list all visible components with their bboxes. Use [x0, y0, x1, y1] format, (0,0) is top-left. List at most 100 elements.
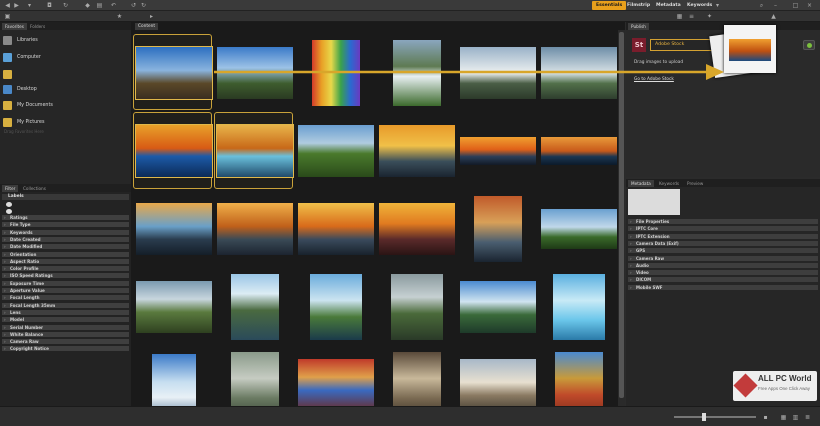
tab-favorites[interactable]: Favorites: [2, 23, 27, 30]
photo-thumbnail[interactable]: [378, 125, 455, 177]
filter-row[interactable]: Copyright Notice: [2, 346, 129, 353]
favorite-computer[interactable]: Computer: [3, 50, 127, 64]
history-icon[interactable]: ▾: [26, 2, 33, 9]
photo-thumbnail[interactable]: [473, 196, 522, 262]
adobe-stock-link[interactable]: Go to Adobe Stock: [634, 77, 674, 82]
sort-ascending-icon[interactable]: ▲: [770, 13, 777, 20]
photo-thumbnail[interactable]: [297, 125, 374, 177]
maximize-icon[interactable]: □: [792, 2, 799, 9]
filter-row[interactable]: Date Created: [2, 236, 129, 243]
photo-thumbnail[interactable]: [216, 203, 293, 255]
metadata-section-row[interactable]: IPTC Core: [628, 226, 818, 233]
photo-thumbnail[interactable]: [540, 209, 617, 249]
filter-row[interactable]: Exposure Time: [2, 280, 129, 287]
filter-row[interactable]: Model: [2, 317, 129, 324]
photo-thumbnail[interactable]: [378, 203, 455, 255]
filter-row[interactable]: Serial Number: [2, 324, 129, 331]
filter-row[interactable]: Focal Length 35mm: [2, 302, 129, 309]
thumbnail-size-knob[interactable]: [702, 413, 706, 421]
refine-icon[interactable]: ◆: [84, 2, 91, 9]
photo-thumbnail[interactable]: [540, 137, 617, 165]
grid-view-icon[interactable]: ▦: [780, 414, 787, 421]
photo-thumbnail[interactable]: [392, 40, 441, 106]
favorite-my-pictures[interactable]: My Pictures: [3, 115, 127, 129]
filter-row[interactable]: Lens: [2, 309, 129, 316]
photo-thumbnail[interactable]: [459, 359, 536, 411]
filter-row[interactable]: Date Modified: [2, 244, 129, 251]
photo-thumbnail[interactable]: [134, 46, 213, 100]
folder-icon[interactable]: ▣: [4, 13, 11, 20]
tab-metadata-panel[interactable]: Metadata: [628, 180, 654, 187]
boomerang-icon[interactable]: ↶: [110, 2, 117, 9]
forward-icon[interactable]: ▶: [13, 2, 20, 9]
rotate-icon[interactable]: ↻: [62, 2, 69, 9]
filter-row[interactable]: ISO Speed Ratings: [2, 273, 129, 280]
photo-thumbnail[interactable]: [216, 47, 293, 99]
filter-row[interactable]: Color Profile: [2, 266, 129, 273]
favorite-user-folder[interactable]: [3, 67, 127, 81]
list-view-icon[interactable]: ≡: [688, 13, 695, 20]
tab-collections[interactable]: Collections: [20, 185, 49, 192]
tab-preview[interactable]: Preview: [684, 180, 706, 187]
metadata-section-row[interactable]: File Properties: [628, 219, 818, 225]
tab-essentials[interactable]: Essentials: [592, 1, 627, 10]
photo-thumbnail[interactable]: [311, 40, 360, 106]
favorite-desktop[interactable]: Desktop: [3, 82, 127, 96]
star-filter-icon[interactable]: ★: [116, 13, 123, 20]
tab-filmstrip[interactable]: Filmstrip: [623, 1, 654, 10]
rotate-left-icon[interactable]: ↺: [130, 2, 137, 9]
rotate-right-icon[interactable]: ↻: [140, 2, 147, 9]
metadata-section-row[interactable]: IPTC Extension: [628, 233, 818, 240]
filter-row[interactable]: Keywords: [2, 229, 129, 236]
photo-thumbnail[interactable]: [540, 47, 617, 99]
favorite-my-documents[interactable]: My Documents: [3, 98, 127, 112]
search-icon[interactable]: ⌕: [758, 2, 765, 9]
photo-thumbnail[interactable]: [459, 137, 536, 165]
thumbnail-size-slider[interactable]: [674, 416, 756, 418]
back-icon[interactable]: ◀: [4, 2, 11, 9]
breadcrumb-icon[interactable]: ▸: [148, 13, 155, 20]
star-icon[interactable]: ✦: [706, 13, 713, 20]
filter-row[interactable]: Orientation: [2, 251, 129, 258]
photo-thumbnail[interactable]: [230, 274, 279, 340]
output-icon[interactable]: ▤: [96, 2, 103, 9]
tab-metadata[interactable]: Metadata: [652, 1, 685, 10]
metadata-section-row[interactable]: Video: [628, 270, 818, 277]
filter-labels-header[interactable]: Labels: [2, 194, 129, 200]
tab-keywords-panel[interactable]: Keywords: [656, 180, 682, 187]
tab-publish[interactable]: Publish: [628, 23, 649, 30]
metadata-section-row[interactable]: Audio: [628, 262, 818, 269]
filter-row[interactable]: Ratings: [2, 215, 129, 221]
lock-icon[interactable]: ▪: [762, 414, 769, 421]
list-view-icon[interactable]: ≣: [804, 414, 811, 421]
photo-thumbnail[interactable]: [552, 274, 605, 340]
tab-content[interactable]: Content: [135, 23, 159, 30]
filter-row[interactable]: Focal Length: [2, 295, 129, 302]
metadata-section-row[interactable]: GPS: [628, 248, 818, 255]
photo-thumbnail[interactable]: [134, 124, 213, 178]
filter-row[interactable]: White Balance: [2, 331, 129, 338]
photo-thumbnail[interactable]: [135, 203, 212, 255]
metadata-section-row[interactable]: Camera Data (Exif): [628, 240, 818, 247]
upload-icon[interactable]: [803, 40, 815, 50]
tab-folders[interactable]: Folders: [27, 23, 48, 30]
tab-keywords[interactable]: Keywords: [683, 1, 716, 10]
photo-thumbnail[interactable]: [297, 359, 374, 411]
minimize-icon[interactable]: –: [772, 2, 779, 9]
grid-view-icon[interactable]: ▦: [676, 13, 683, 20]
tab-filter[interactable]: Filter: [2, 185, 19, 192]
metadata-section-row[interactable]: Mobile SWF: [628, 284, 818, 291]
favorite-libraries[interactable]: Libraries: [3, 33, 127, 47]
filter-row[interactable]: Aperture Value: [2, 288, 129, 294]
filter-row[interactable]: File Type: [2, 222, 129, 229]
metadata-section-row[interactable]: Camera Raw: [628, 255, 818, 262]
photo-thumbnail[interactable]: [135, 281, 212, 333]
metadata-section-row[interactable]: DICOM: [628, 277, 818, 284]
camera-icon[interactable]: ◘: [46, 2, 53, 9]
photo-thumbnail[interactable]: [390, 274, 443, 340]
workspace-menu-icon[interactable]: ▾: [714, 2, 721, 9]
photo-thumbnail[interactable]: [459, 281, 536, 333]
photo-thumbnail[interactable]: [459, 47, 536, 99]
close-icon[interactable]: ×: [806, 2, 813, 9]
details-view-icon[interactable]: ▥: [792, 414, 799, 421]
